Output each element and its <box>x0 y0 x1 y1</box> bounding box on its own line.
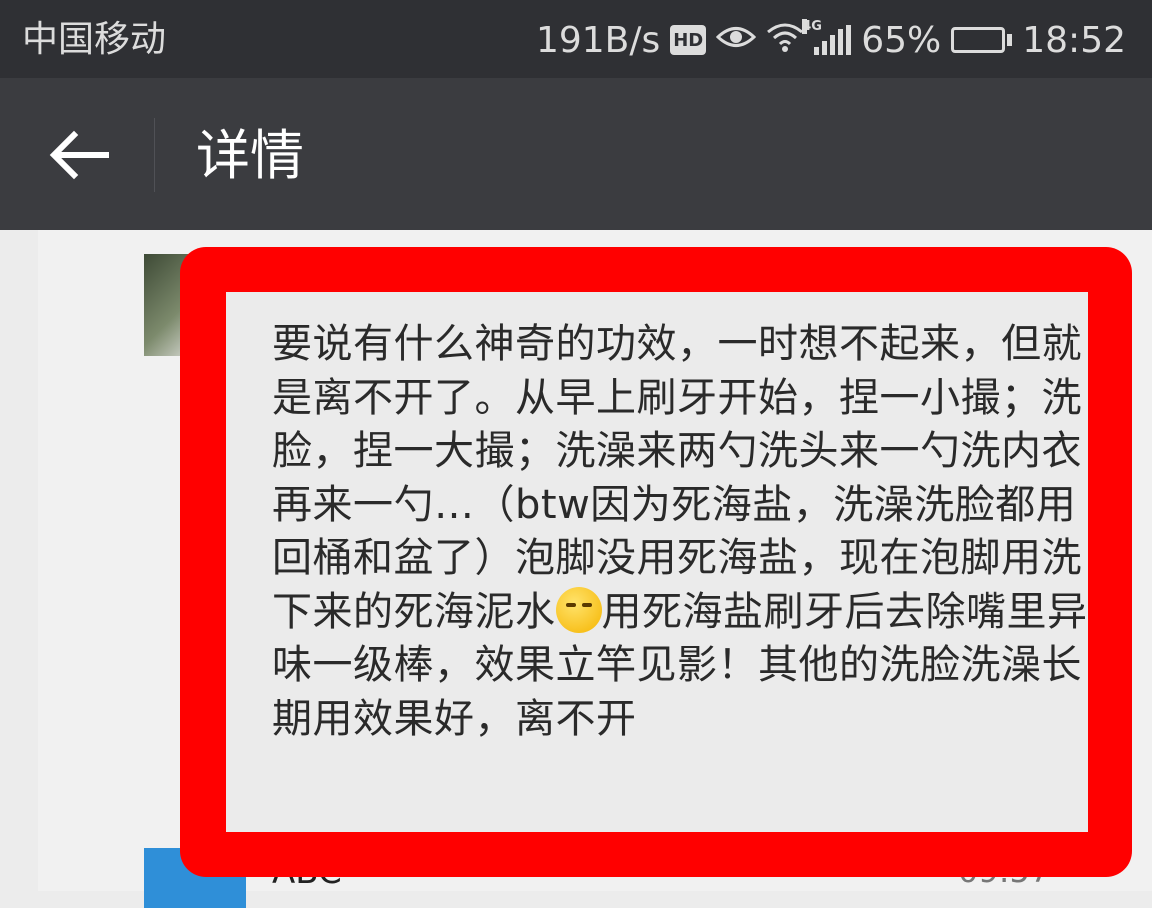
comment-body: 要说有什么神奇的功效，一时想不起来，但就是离不开了。从早上刷牙开始，捏一小撮；洗… <box>226 292 1088 832</box>
network-type-label: 4G <box>802 19 822 34</box>
comment-text-part1: 要说有什么神奇的功效，一时想不起来，但就是离不开了。从早上刷牙开始，捏一小撮；洗… <box>272 321 1082 635</box>
battery-percent: 65% <box>861 19 942 61</box>
back-arrow-icon <box>49 130 109 180</box>
comment-text: 要说有什么神奇的功效，一时想不起来，但就是离不开了。从早上刷牙开始，捏一小撮；洗… <box>272 318 1088 746</box>
app-bar-divider <box>154 118 155 192</box>
comment-list[interactable]: ABC 09:57 要说有什么神奇的功效，一时想不起来，但就是离不开了。从早上刷… <box>0 230 1152 908</box>
wifi-icon <box>766 20 804 61</box>
hd-icon: HD <box>670 25 707 55</box>
net-speed: 191B/s <box>535 19 661 61</box>
page-title: 详情 <box>196 124 304 187</box>
eye-icon <box>716 20 757 61</box>
clock: 18:52 <box>1022 19 1126 61</box>
app-bar: 详情 <box>0 78 1152 230</box>
status-bar: 中国移动 191B/s HD 4G 65% 18:52 <box>0 0 1152 78</box>
battery-icon <box>951 27 1013 53</box>
status-indicators: 191B/s HD 4G 65% 18:52 <box>536 18 1126 62</box>
signal-icon: 4G <box>802 19 852 55</box>
back-button[interactable] <box>44 120 114 190</box>
carrier-name: 中国移动 <box>22 19 167 60</box>
smirk-emoji-icon <box>555 586 602 633</box>
